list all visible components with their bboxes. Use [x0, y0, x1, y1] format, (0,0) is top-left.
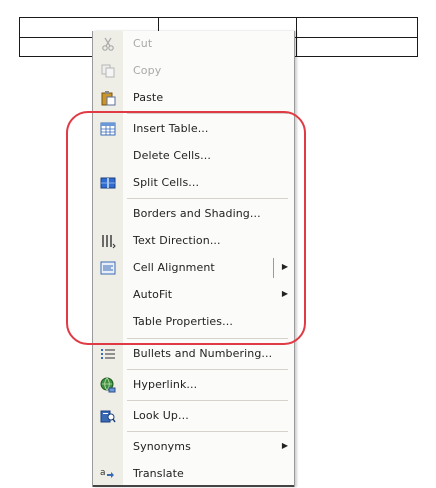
- menu-separator: [127, 400, 288, 401]
- bullets-icon: [100, 346, 116, 362]
- menu-item-label: Look Up...: [133, 409, 189, 422]
- scissors-icon: [100, 36, 116, 52]
- table-column-divider: [296, 18, 297, 56]
- menu-item-label: Synonyms: [133, 440, 191, 453]
- menu-item-label: Cut: [133, 37, 153, 50]
- hyperlink-icon: [100, 377, 116, 393]
- menu-item-hyperlink[interactable]: Hyperlink...: [93, 372, 294, 399]
- menu-item-label: Translate: [133, 467, 184, 480]
- menu-item-look-up[interactable]: Look Up...: [93, 403, 294, 430]
- menu-item-label: Paste: [133, 91, 164, 104]
- menu-item-paste[interactable]: Paste: [93, 85, 294, 112]
- paste-icon: [100, 90, 116, 106]
- menu-item-copy[interactable]: Copy: [93, 58, 294, 85]
- menu-item-synonyms[interactable]: Synonyms ▶: [93, 434, 294, 461]
- svg-text:a: a: [100, 468, 106, 478]
- highlight-outline: [66, 111, 306, 345]
- menu-separator: [127, 369, 288, 370]
- copy-icon: [100, 63, 116, 79]
- translate-icon: a: [100, 466, 116, 482]
- submenu-arrow-icon: ▶: [281, 441, 288, 450]
- menu-item-label: Hyperlink...: [133, 378, 198, 391]
- menu-item-translate[interactable]: a Translate: [93, 461, 294, 488]
- menu-item-label: Bullets and Numbering...: [133, 347, 273, 360]
- menu-item-cut[interactable]: Cut: [93, 31, 294, 58]
- menu-item-bullets-and-numbering[interactable]: Bullets and Numbering...: [93, 341, 294, 368]
- menu-item-label: Copy: [133, 64, 162, 77]
- menu-separator: [127, 431, 288, 432]
- lookup-icon: [100, 408, 116, 424]
